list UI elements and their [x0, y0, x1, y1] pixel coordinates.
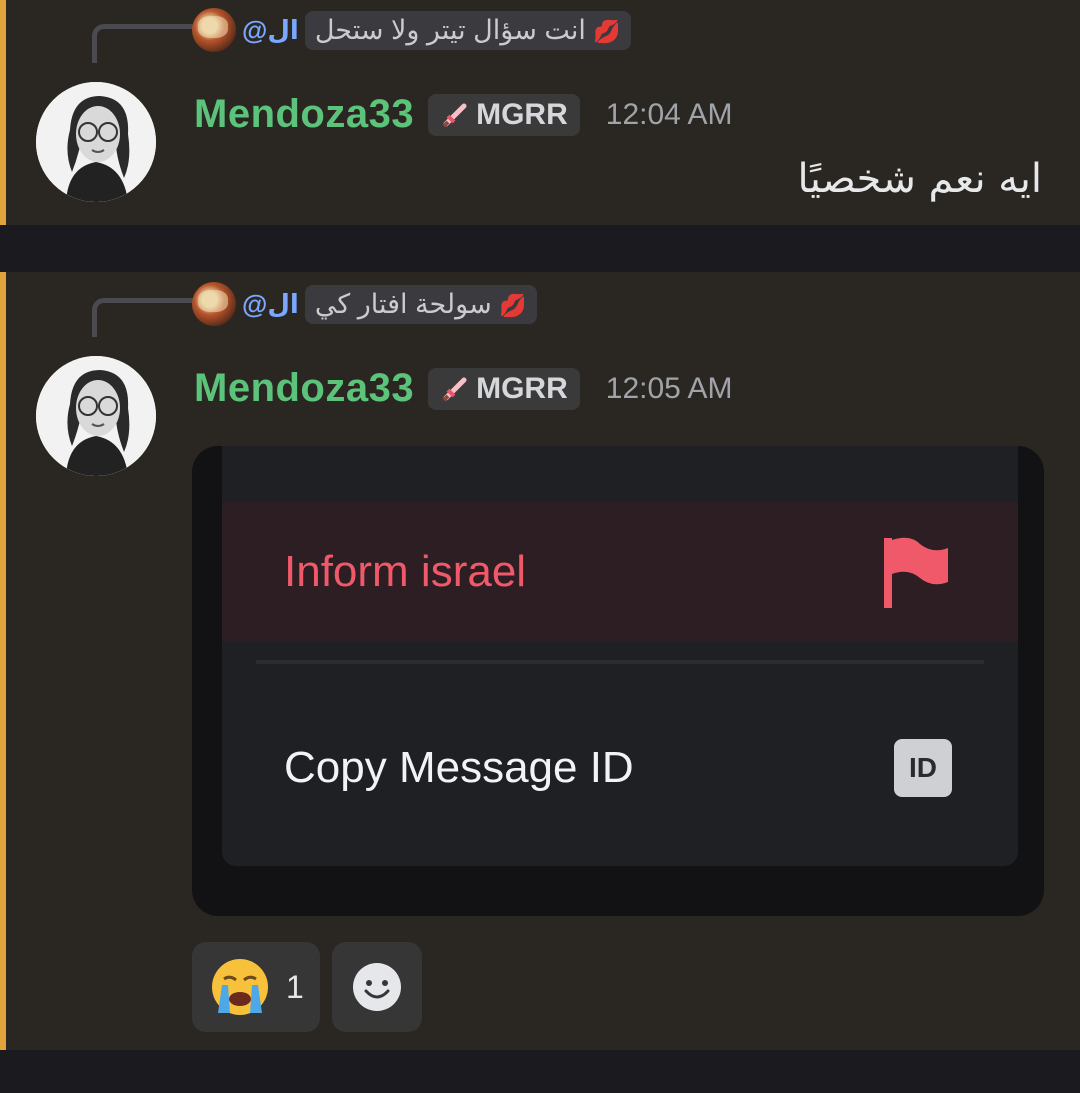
highlight-bar	[0, 272, 6, 1050]
add-reaction-button[interactable]	[331, 942, 422, 1032]
avatar[interactable]	[36, 82, 156, 202]
context-menu-screenshot: Inform israel Copy Message ID ID	[222, 446, 1018, 866]
reply-connector	[92, 298, 193, 337]
reaction-count: 1	[286, 968, 304, 1005]
reply-mention[interactable]: @ال	[242, 289, 299, 320]
username[interactable]: Mendoza33	[194, 92, 414, 137]
reply-avatar[interactable]	[192, 8, 236, 52]
reply-preview[interactable]: @ال 💋 سولحة افتار كي	[192, 282, 537, 326]
menu-item-label: Copy Message ID	[284, 743, 634, 792]
message-content: ايه نعم شخصيًا	[797, 156, 1042, 202]
menu-item-inform: Inform israel	[222, 502, 1018, 642]
message-header: Mendoza33 MGRR 12:05 AM	[194, 366, 733, 411]
timestamp: 12:04 AM	[605, 97, 733, 131]
sword-icon	[442, 377, 467, 401]
smiley-add-icon	[352, 963, 401, 1011]
sword-icon	[442, 103, 467, 127]
menu-divider	[256, 660, 984, 664]
id-badge-icon: ID	[894, 739, 952, 797]
message-1[interactable]: @ال 💋 انت سؤال تيتر ولا ستحل Mendoza33 M…	[0, 0, 1080, 225]
timestamp: 12:05 AM	[605, 371, 733, 405]
highlight-bar	[0, 0, 6, 225]
message-header: Mendoza33 MGRR 12:04 AM	[194, 92, 733, 137]
sob-emoji-icon	[212, 959, 268, 1015]
reply-emoji: 💋	[593, 18, 621, 44]
tag-label: MGRR	[476, 371, 568, 405]
reply-text[interactable]: 💋 سولحة افتار كي	[304, 284, 537, 324]
tag-label: MGRR	[476, 97, 568, 131]
username[interactable]: Mendoza33	[194, 366, 414, 411]
avatar-portrait-icon	[36, 82, 156, 202]
menu-item-label: Inform israel	[284, 547, 527, 596]
reply-text-content: انت سؤال تيتر ولا ستحل	[314, 14, 586, 45]
reply-preview[interactable]: @ال 💋 انت سؤال تيتر ولا ستحل	[192, 8, 631, 52]
reply-text-content: سولحة افتار كي	[314, 288, 492, 319]
image-attachment[interactable]: Inform israel Copy Message ID ID	[192, 446, 1044, 916]
reply-text[interactable]: 💋 انت سؤال تيتر ولا ستحل	[304, 10, 631, 50]
reaction-sob[interactable]: 1	[192, 942, 320, 1032]
reply-mention[interactable]: @ال	[242, 15, 299, 46]
reply-connector	[92, 24, 193, 63]
reply-avatar[interactable]	[192, 282, 236, 326]
avatar[interactable]	[36, 356, 156, 476]
flag-icon	[884, 537, 948, 608]
server-tag[interactable]: MGRR	[428, 93, 580, 136]
server-tag[interactable]: MGRR	[428, 367, 580, 410]
message-2[interactable]: @ال 💋 سولحة افتار كي Mendoza33 MGRR 12:0…	[0, 272, 1080, 1050]
avatar-portrait-icon	[36, 356, 156, 476]
reactions-bar: 1	[192, 942, 422, 1032]
menu-item-copy-id: Copy Message ID ID	[222, 698, 1018, 838]
reply-emoji: 💋	[499, 292, 527, 318]
